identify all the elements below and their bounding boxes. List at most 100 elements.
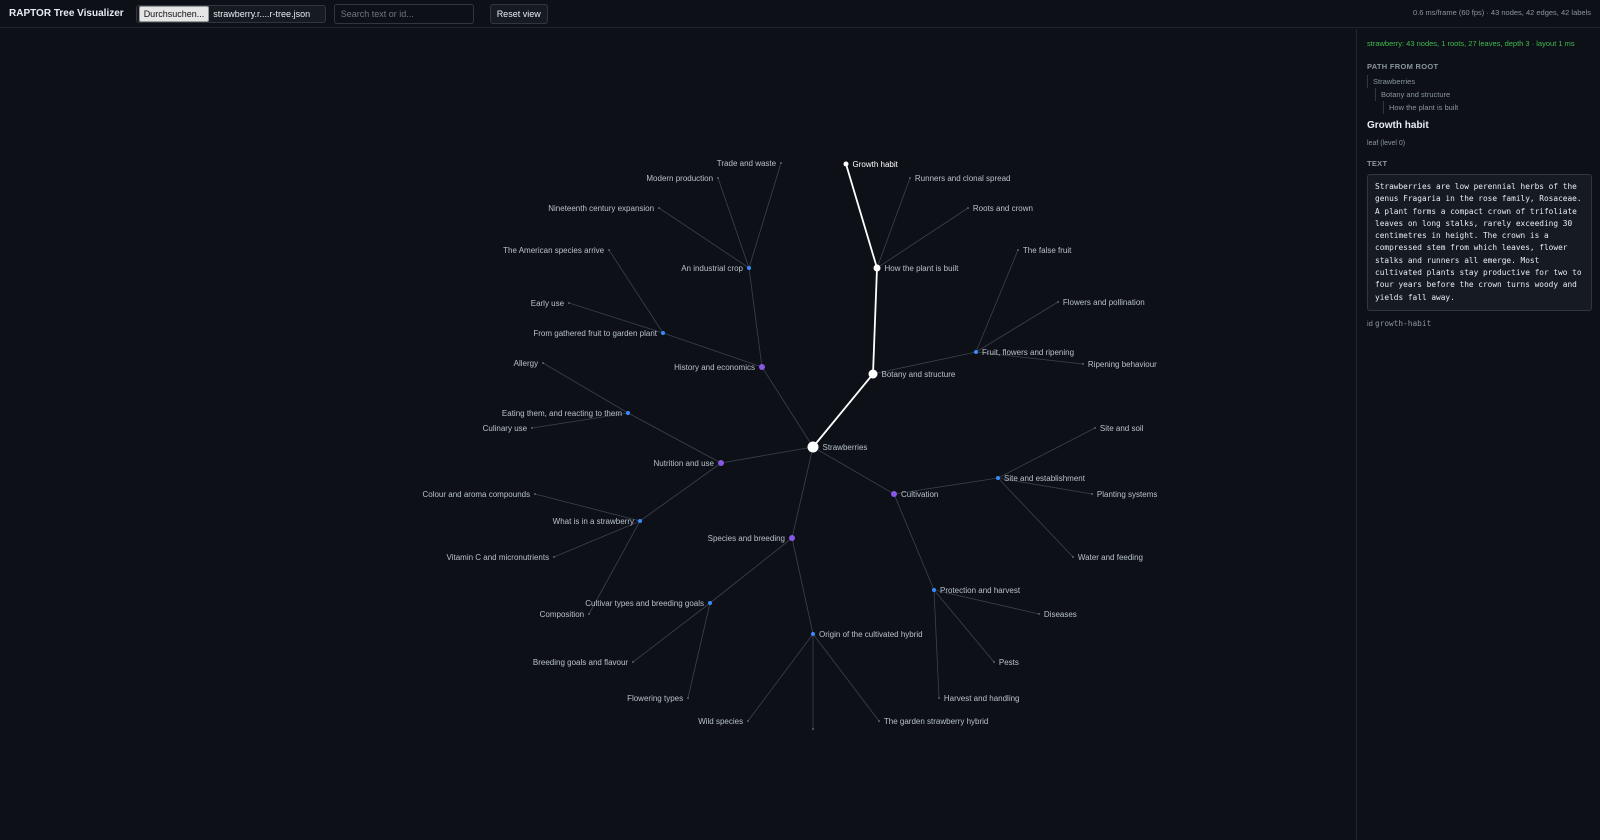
tree-node-composition[interactable] — [588, 613, 590, 615]
tree-node-garden-hybrid[interactable] — [878, 720, 880, 722]
tree-node-runners[interactable] — [909, 177, 911, 179]
tree-node-root[interactable] — [807, 441, 819, 453]
tree-node-breeding-goals[interactable] — [632, 661, 634, 663]
tree-node-label[interactable]: Fruit, flowers and ripening — [982, 348, 1074, 357]
tree-node-allergy[interactable] — [542, 362, 544, 364]
tree-node-pests[interactable] — [993, 661, 995, 663]
tree-node-diseases[interactable] — [1038, 613, 1040, 615]
tree-node-label[interactable]: Modern production — [646, 174, 713, 183]
path-item-root[interactable]: Strawberries — [1367, 75, 1590, 88]
tree-node-fruit[interactable] — [974, 350, 978, 354]
tree-node-label[interactable]: The American species arrive — [503, 246, 604, 255]
tree-node-label[interactable]: Allergy — [514, 359, 538, 368]
tree-node-flowering[interactable] — [687, 697, 689, 699]
tree-node-industrial[interactable] — [747, 266, 751, 270]
tree-node-vitamin[interactable] — [553, 556, 555, 558]
tree-node-flowers[interactable] — [1057, 301, 1059, 303]
tree-node-whatis[interactable] — [638, 519, 642, 523]
tree-node-label[interactable]: Cultivation — [901, 490, 938, 499]
tree-node-label[interactable]: Runners and clonal spread — [915, 174, 1011, 183]
tree-node-label[interactable]: Origin of the cultivated hybrid — [819, 630, 923, 639]
tree-node-water[interactable] — [1072, 556, 1074, 558]
tree-node-cultivar[interactable] — [708, 601, 712, 605]
tree-node-harvest[interactable] — [938, 697, 940, 699]
tree-canvas[interactable]: Strawberries Botany and structure History … — [0, 29, 1356, 840]
file-name: strawberry.r....r-tree.json — [213, 8, 311, 19]
tree-node-label[interactable]: Eating them, and reacting to them — [502, 409, 622, 418]
path-item-level2[interactable]: Botany and structure — [1375, 88, 1590, 101]
tree-node-label[interactable]: From gathered fruit to garden plant — [533, 329, 657, 338]
tree-node-label[interactable]: Species and breeding — [708, 534, 785, 543]
tree-node-label[interactable]: Site and soil — [1100, 424, 1144, 433]
tree-node-trade[interactable] — [780, 162, 782, 164]
tree-node-false-fruit[interactable] — [1017, 249, 1019, 251]
tree-node-ripening[interactable] — [1082, 363, 1084, 365]
tree-node-label[interactable]: History and economics — [674, 363, 755, 372]
tree-node-site[interactable] — [996, 476, 1000, 480]
tree-node-species[interactable] — [789, 535, 795, 541]
tree-node-label[interactable]: Early use — [531, 299, 565, 308]
tree-node-colour[interactable] — [534, 493, 536, 495]
tree-node-label[interactable]: Breeding goals and flavour — [533, 658, 629, 667]
tree-node-label[interactable]: Site and establishment — [1004, 474, 1086, 483]
tree-node-label[interactable]: Culinary use — [483, 424, 528, 433]
browse-button[interactable]: Durchsuchen... — [138, 5, 210, 22]
reset-view-button[interactable]: Reset view — [489, 3, 548, 24]
tree-node-label[interactable]: Roots and crown — [973, 204, 1033, 213]
details-sidebar: strawberry: 43 nodes, 1 roots, 27 leaves… — [1356, 29, 1600, 840]
tree-node-label[interactable]: Ripening behaviour — [1088, 360, 1157, 369]
tree-node-label[interactable]: What is in a strawberry — [553, 517, 634, 526]
tree-node-label[interactable]: Diseases — [1044, 610, 1077, 619]
tree-node-origin[interactable] — [811, 632, 815, 636]
tree-node-protection[interactable] — [932, 588, 936, 592]
tree-node-label[interactable]: Trade and waste — [717, 159, 777, 168]
tree-node-label[interactable]: Nutrition and use — [654, 459, 715, 468]
tree-node-label[interactable]: The false fruit — [1023, 246, 1072, 255]
tree-node-nutrition[interactable] — [718, 460, 724, 466]
tree-node-how-built[interactable] — [873, 264, 881, 272]
tree-node-early[interactable] — [568, 302, 570, 304]
tree-node-growth-habit[interactable] — [843, 161, 849, 167]
search-input[interactable] — [333, 3, 474, 24]
tree-node-label[interactable]: Botany and structure — [882, 370, 956, 379]
tree-node-nineteenth[interactable] — [658, 207, 660, 209]
tree-node-label[interactable]: The garden strawberry hybrid — [884, 717, 989, 726]
tree-node-label[interactable]: Flowering types — [627, 694, 683, 703]
tree-node-label[interactable]: Strawberries — [823, 443, 868, 452]
tree-node-planting[interactable] — [1091, 493, 1093, 495]
tree-node-soil[interactable] — [1094, 427, 1096, 429]
tree-node-label[interactable]: Water and feeding — [1078, 553, 1143, 562]
tree-node-history[interactable] — [759, 364, 765, 370]
tree-node-label[interactable]: Pests — [999, 658, 1019, 667]
path-item-level1[interactable]: How the plant is built — [1383, 101, 1590, 114]
tree-node-label[interactable]: Protection and harvest — [940, 586, 1021, 595]
tree-node-label[interactable]: How the plant is built — [885, 264, 960, 273]
tree-node-label[interactable]: Harvest and handling — [944, 694, 1020, 703]
tree-node-modern[interactable] — [717, 177, 719, 179]
tree-edge — [812, 373, 874, 448]
file-picker[interactable]: Durchsuchen... strawberry.r....r-tree.js… — [135, 4, 326, 23]
tree-node-label[interactable]: Growth habit — [853, 160, 899, 169]
tree-node-gathered[interactable] — [661, 331, 665, 335]
tree-node-label[interactable]: Vitamin C and micronutrients — [447, 553, 550, 562]
tree-node-culinary[interactable] — [531, 427, 533, 429]
tree-node-cultivation[interactable] — [891, 491, 897, 497]
tree-node-botany[interactable] — [868, 369, 878, 379]
tree-node-american[interactable] — [608, 249, 610, 251]
tree-node-label[interactable]: Cultivar types and breeding goals — [585, 599, 704, 608]
tree-node-label[interactable]: Flowers and pollination — [1063, 298, 1145, 307]
tree-node-wild[interactable] — [747, 720, 749, 722]
text-heading: TEXT — [1367, 159, 1388, 168]
tree-node-label[interactable]: Composition — [540, 610, 584, 619]
tree-node-eating[interactable] — [626, 411, 630, 415]
node-id: id growth-habit — [1367, 319, 1590, 328]
tree-node-unlabeled[interactable] — [812, 728, 814, 730]
tree-node-label[interactable]: Wild species — [698, 717, 743, 726]
tree-node-roots[interactable] — [967, 207, 969, 209]
tree-node-label[interactable]: An industrial crop — [681, 264, 743, 273]
tree-node-label[interactable]: Planting systems — [1097, 490, 1157, 499]
tree-node-label[interactable]: Colour and aroma compounds — [422, 490, 530, 499]
tree-edge — [876, 177, 911, 269]
tree-edge — [553, 520, 641, 558]
tree-node-label[interactable]: Nineteenth century expansion — [548, 204, 654, 213]
